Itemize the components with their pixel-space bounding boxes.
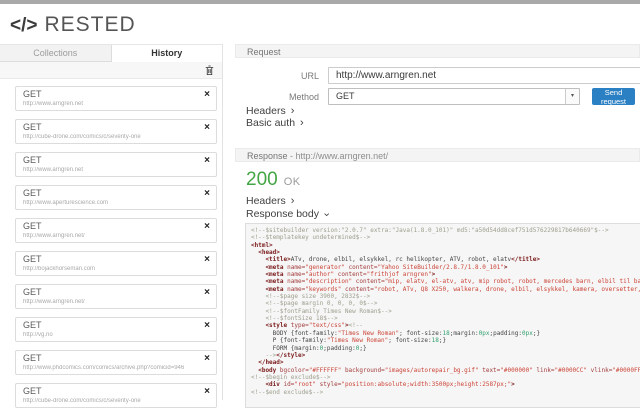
request-headers-label: Headers <box>246 105 286 117</box>
history-item-url: http://www.phdcomics.com/comics/archive.… <box>23 365 198 371</box>
app-logo: </> RESTED <box>10 13 136 37</box>
history-item-method: GET <box>23 89 42 99</box>
basic-auth-label: Basic auth <box>246 117 295 129</box>
request-section-header: Request <box>235 44 640 58</box>
history-item-method: GET <box>23 188 42 198</box>
history-item[interactable]: GET http://www.arngren.net × <box>15 152 217 177</box>
history-toolbar <box>0 62 222 79</box>
tab-collections[interactable]: Collections <box>0 45 111 62</box>
response-headers-toggle[interactable]: Headers › <box>246 195 294 207</box>
history-item[interactable]: GET http://www.phdcomics.com/comics/arch… <box>15 350 217 375</box>
url-label: URL <box>235 71 319 81</box>
history-item-close-icon[interactable]: × <box>204 288 210 298</box>
method-selected-value: GET <box>329 91 355 101</box>
url-input[interactable] <box>328 67 640 84</box>
history-item-method: GET <box>23 287 42 297</box>
status-text: OK <box>284 176 301 188</box>
trash-icon[interactable] <box>205 65 214 76</box>
code-brackets-icon: </> <box>10 15 37 36</box>
history-item-url: http://www.arngren.net/ <box>23 233 198 239</box>
chevron-down-icon: ▾ <box>565 89 579 104</box>
history-item[interactable]: GET http://cube-drone.com/comics/c/seven… <box>15 119 217 144</box>
history-item-close-icon[interactable]: × <box>204 156 210 166</box>
request-section-title: Request <box>247 47 281 57</box>
method-label: Method <box>235 92 319 102</box>
send-request-button[interactable]: Send request <box>592 88 635 105</box>
chevron-right-icon: › <box>291 195 295 207</box>
request-headers-toggle[interactable]: Headers › <box>246 105 294 117</box>
history-item-method: GET <box>23 155 42 165</box>
history-item[interactable]: GET http://www.arngren.net × <box>15 86 217 111</box>
chevron-right-icon: › <box>300 117 304 129</box>
history-item-close-icon[interactable]: × <box>204 222 210 232</box>
history-item-close-icon[interactable]: × <box>204 90 210 100</box>
sidebar-tabs: Collections History <box>0 44 222 62</box>
chevron-right-icon: › <box>291 105 295 117</box>
history-item-close-icon[interactable]: × <box>204 354 210 364</box>
basic-auth-toggle[interactable]: Basic auth › <box>246 117 304 129</box>
history-item-url: http://vg.no <box>23 332 198 338</box>
response-status: 200 OK <box>246 170 301 190</box>
history-item[interactable]: GET http://cube-drone.com/comics/c/seven… <box>15 383 217 408</box>
history-item[interactable]: GET http://www.arngren.net/ × <box>15 218 217 243</box>
history-item-url: http://bojackhorseman.com <box>23 266 198 272</box>
history-item-method: GET <box>23 386 42 396</box>
history-item-close-icon[interactable]: × <box>204 123 210 133</box>
tab-history[interactable]: History <box>111 45 223 62</box>
chevron-down-icon: › <box>320 213 332 217</box>
history-item-method: GET <box>23 221 42 231</box>
history-list: GET http://www.arngren.net × GET http://… <box>0 79 222 408</box>
history-item-method: GET <box>23 254 42 264</box>
response-body-toggle[interactable]: Response body› <box>246 208 328 220</box>
history-item-url: http://www.arngren.net/ <box>23 299 198 305</box>
status-code: 200 <box>246 169 278 190</box>
browser-chrome-strip <box>0 0 640 4</box>
history-item-close-icon[interactable]: × <box>204 321 210 331</box>
history-item[interactable]: GET http://vg.no × <box>15 317 217 342</box>
sidebar: Collections History GET http://www.arngr… <box>0 44 223 400</box>
response-section-url: - http://www.arngren.net/ <box>290 151 388 161</box>
response-headers-label: Headers <box>246 195 286 207</box>
history-item-url: http://www.arngren.net <box>23 101 198 107</box>
method-select[interactable]: GET ▾ <box>328 88 580 105</box>
response-body-code[interactable]: <!--$sitebuilder version:"2.0.7" extra:"… <box>245 223 640 408</box>
history-item[interactable]: GET http://www.aperturescience.com × <box>15 185 217 210</box>
main-panel: Request URL Method GET ▾ Send request He… <box>235 44 640 400</box>
history-item-url: http://www.aperturescience.com <box>23 200 198 206</box>
response-section-header: Response - http://www.arngren.net/ <box>235 148 640 162</box>
history-item-close-icon[interactable]: × <box>204 255 210 265</box>
history-item[interactable]: GET http://bojackhorseman.com × <box>15 251 217 276</box>
history-item-close-icon[interactable]: × <box>204 387 210 397</box>
app-title: RESTED <box>44 13 135 36</box>
history-item[interactable]: GET http://www.arngren.net/ × <box>15 284 217 309</box>
response-section-title: Response <box>247 151 288 161</box>
response-body-label: Response body <box>246 208 319 220</box>
history-item-method: GET <box>23 320 42 330</box>
history-item-url: http://cube-drone.com/comics/c/seventy-o… <box>23 134 198 140</box>
history-item-close-icon[interactable]: × <box>204 189 210 199</box>
history-item-url: http://cube-drone.com/comics/c/seventy-o… <box>23 398 198 404</box>
history-item-method: GET <box>23 122 42 132</box>
history-item-method: GET <box>23 353 42 363</box>
history-item-url: http://www.arngren.net <box>23 167 198 173</box>
